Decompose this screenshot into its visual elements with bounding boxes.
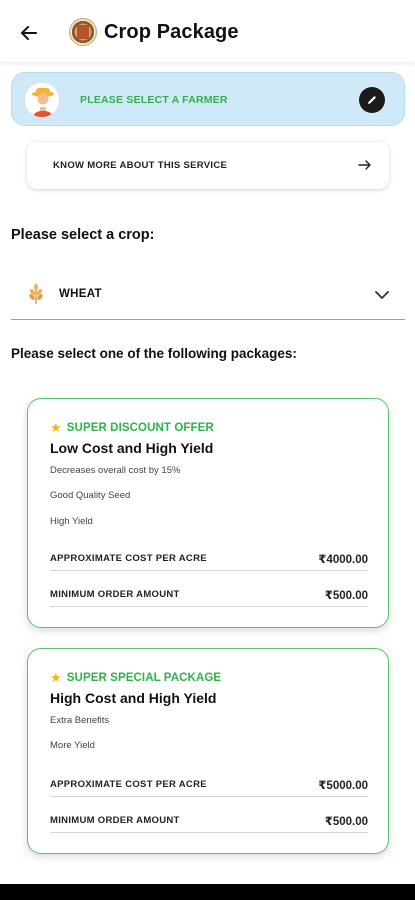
- package-benefit: More Yield: [50, 740, 95, 751]
- page-title: Crop Package: [104, 21, 239, 43]
- star-icon: ★: [50, 420, 62, 435]
- min-order-row: MINIMUM ORDER AMOUNT ₹500.00: [50, 811, 368, 833]
- edit-farmer-button[interactable]: [359, 87, 385, 113]
- package-benefit: Decreases overall cost by 15%: [50, 465, 181, 476]
- cost-per-acre-row: APPROXIMATE COST PER ACRE ₹4000.00: [50, 549, 368, 571]
- min-order-value: ₹500.00: [324, 590, 368, 602]
- package-card[interactable]: ★ SUPER DISCOUNT OFFER Low Cost and High…: [27, 398, 389, 628]
- crop-heading: Please select a crop:: [11, 227, 155, 243]
- arrow-left-icon: [21, 26, 37, 40]
- min-order-label: MINIMUM ORDER AMOUNT: [50, 815, 180, 826]
- back-button[interactable]: [14, 18, 44, 48]
- cost-per-acre-label: APPROXIMATE COST PER ACRE: [50, 553, 207, 564]
- package-tag: ★ SUPER SPECIAL PACKAGE: [50, 671, 221, 684]
- selected-crop: WHEAT: [59, 288, 102, 300]
- package-title: Low Cost and High Yield: [50, 440, 214, 456]
- cost-per-acre-value: ₹4000.00: [318, 554, 368, 566]
- package-tag-label: SUPER SPECIAL PACKAGE: [66, 671, 222, 684]
- select-farmer-label: PLEASE SELECT A FARMER: [80, 94, 228, 106]
- package-benefit: Extra Benefits: [50, 715, 110, 726]
- min-order-row: MINIMUM ORDER AMOUNT ₹500.00: [50, 585, 368, 607]
- cost-per-acre-row: APPROXIMATE COST PER ACRE ₹5000.00: [50, 775, 368, 797]
- arrow-right-icon: [358, 160, 371, 170]
- cost-per-acre-value: ₹5000.00: [318, 780, 368, 792]
- pencil-icon: [368, 96, 376, 104]
- min-order-label: MINIMUM ORDER AMOUNT: [50, 589, 180, 600]
- star-icon: ★: [50, 670, 62, 685]
- packages-heading: Please select one of the following packa…: [11, 346, 297, 361]
- cost-per-acre-label: APPROXIMATE COST PER ACRE: [50, 779, 207, 790]
- system-nav-bar: [0, 884, 415, 900]
- package-benefit: Good Quality Seed: [50, 490, 131, 501]
- package-tag-label: SUPER DISCOUNT OFFER: [66, 421, 214, 434]
- chevron-down-icon: [375, 291, 389, 299]
- package-card[interactable]: ★ SUPER SPECIAL PACKAGE High Cost and Hi…: [27, 648, 389, 854]
- package-benefit: High Yield: [50, 516, 93, 527]
- app-header: Crop Package: [0, 0, 415, 62]
- min-order-value: ₹500.00: [324, 816, 368, 828]
- app-logo-icon: [69, 18, 97, 46]
- select-farmer-bar[interactable]: PLEASE SELECT A FARMER: [11, 72, 405, 126]
- know-more-button[interactable]: KNOW MORE ABOUT THIS SERVICE: [27, 142, 389, 189]
- farmer-avatar-icon: [24, 82, 60, 118]
- package-title: High Cost and High Yield: [50, 690, 217, 706]
- crop-dropdown[interactable]: WHEAT: [11, 270, 405, 320]
- know-more-label: KNOW MORE ABOUT THIS SERVICE: [53, 160, 228, 171]
- wheat-icon: [29, 283, 43, 304]
- package-tag: ★ SUPER DISCOUNT OFFER: [50, 421, 214, 434]
